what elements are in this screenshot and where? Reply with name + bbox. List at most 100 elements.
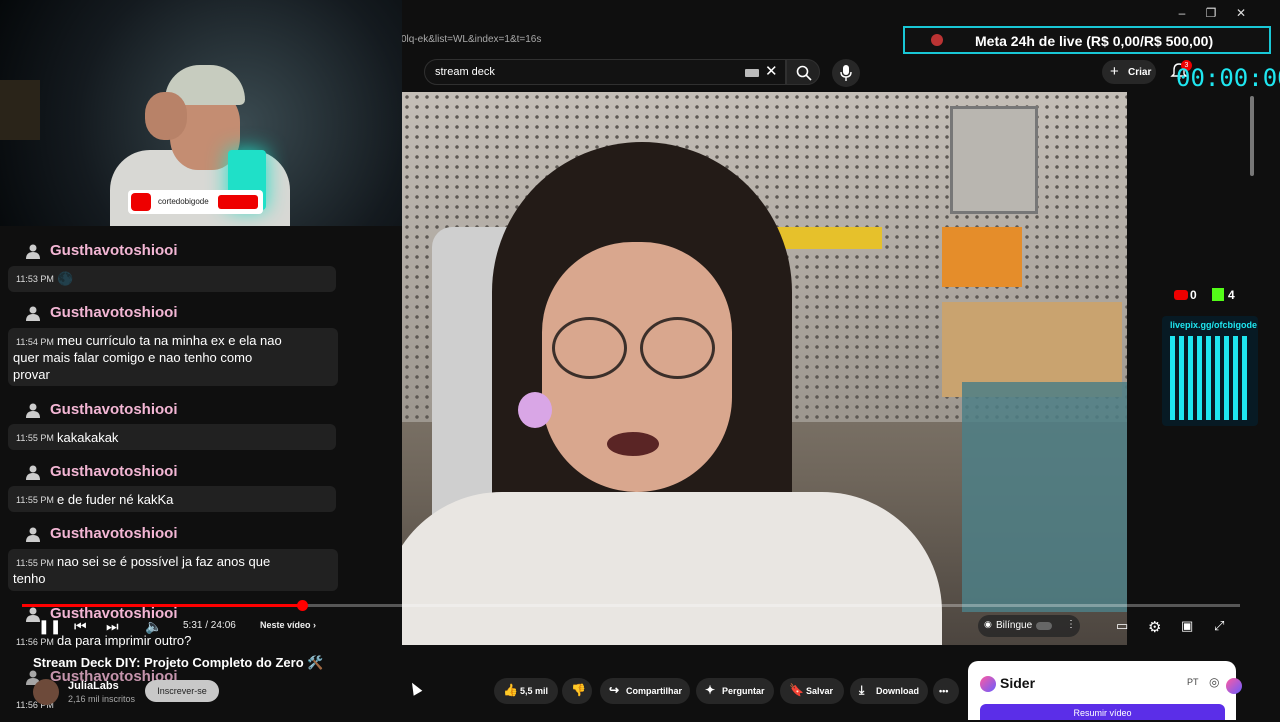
- bilingual-toggle[interactable]: ◉ Bilíngue ⋮: [978, 615, 1080, 637]
- chat-message: 11:55 PM nao sei se é possível ja faz ano…: [8, 549, 338, 591]
- search-icon: [796, 65, 812, 81]
- live-timer: 00:00:00: [1176, 64, 1280, 92]
- glasses-right: [640, 317, 715, 379]
- dislike-button[interactable]: 👎: [562, 678, 592, 704]
- youtube-logo-icon: [131, 193, 151, 211]
- presenter-mouth: [607, 432, 659, 456]
- silver-play-button-frame: [950, 106, 1038, 214]
- kick-viewer-count: 4: [1228, 288, 1235, 302]
- progress-scrubber[interactable]: [297, 600, 309, 611]
- user-icon: [26, 527, 40, 542]
- video-player[interactable]: [402, 92, 1127, 645]
- sider-name: Sider: [1000, 675, 1036, 691]
- goal-text: Meta 24h de live (R$ 0,00/R$ 500,00): [975, 33, 1214, 49]
- like-button[interactable]: 👍 5,5 mil: [494, 678, 558, 704]
- video-title: Stream Deck DIY: Projeto Completo do Zer…: [33, 655, 324, 670]
- sider-float-icon[interactable]: [1226, 678, 1242, 694]
- download-icon: ⤓: [859, 683, 865, 697]
- red-banner: [218, 195, 258, 209]
- sider-logo-icon: [980, 676, 996, 692]
- subscriber-count: 2,16 mil inscritos: [68, 694, 136, 704]
- globe-icon: ◉: [984, 619, 992, 629]
- like-count: 5,5 mil: [520, 686, 549, 696]
- share-icon: ↪: [609, 683, 620, 697]
- create-button[interactable]: + Criar: [1102, 60, 1156, 84]
- url-text: 0lq-ek&list=WL&index=1&t=16s: [401, 34, 542, 45]
- save-button[interactable]: 🔖 Salvar: [780, 678, 844, 704]
- clear-search-icon[interactable]: ✕: [765, 62, 778, 80]
- minimize-button[interactable]: –: [1172, 6, 1192, 20]
- subtitles-icon[interactable]: ▭: [1116, 618, 1128, 634]
- user-icon: [26, 306, 40, 321]
- create-label: Criar: [1128, 67, 1152, 78]
- previous-icon[interactable]: ⏮: [74, 618, 87, 635]
- sider-language[interactable]: PT: [1187, 677, 1199, 687]
- chat-message: 11:54 PM meu currículo ta na minha ex e e…: [8, 328, 338, 386]
- save-label: Salvar: [806, 686, 834, 696]
- fullscreen-icon[interactable]: ⤢: [1214, 618, 1224, 634]
- close-window-button[interactable]: ✕: [1231, 6, 1251, 20]
- thumbs-down-icon: 👎: [571, 683, 586, 697]
- thumbs-up-icon: 👍: [503, 683, 518, 697]
- volume-icon[interactable]: 🔈: [145, 618, 162, 635]
- webcam-shelf: [0, 80, 40, 140]
- time-display: 5:31 / 24:06: [183, 620, 236, 631]
- channel-name[interactable]: JuliaLabs: [68, 680, 119, 692]
- user-icon: [26, 244, 40, 259]
- goal-icon: [931, 34, 943, 46]
- subscribe-button[interactable]: Inscrever-se: [145, 680, 219, 702]
- microphone-icon: [840, 65, 852, 81]
- flower-earring: [518, 392, 552, 428]
- pix-qr-panel: livepix.gg/ofcbigode: [1162, 316, 1258, 426]
- ask-button[interactable]: ✦ Perguntar: [696, 678, 774, 704]
- address-bar[interactable]: 0lq-ek&list=WL&index=1&t=16s: [395, 30, 905, 50]
- search-query: stream deck: [435, 66, 495, 78]
- youtube-viewer-count: 0: [1190, 288, 1197, 302]
- more-actions-button[interactable]: •••: [933, 678, 959, 704]
- kick-icon: [1212, 288, 1224, 301]
- bookmark-icon: 🔖: [789, 683, 804, 697]
- more-icon: •••: [939, 686, 949, 696]
- keyboard-icon[interactable]: [745, 69, 759, 77]
- progress-fill: [22, 604, 303, 607]
- chat-message: 11:53 PM 🌑: [8, 266, 336, 292]
- more-vert-icon[interactable]: ⋮: [1066, 619, 1076, 630]
- webcam-name-tag: cortedobigode: [128, 190, 263, 214]
- next-icon[interactable]: ⏭: [106, 618, 119, 635]
- miniplayer-icon[interactable]: ▣: [1181, 618, 1193, 634]
- search-button[interactable]: [786, 59, 820, 85]
- chat-message: 11:55 PM e de fuder né kakKa: [8, 486, 336, 512]
- presenter-shirt: [402, 492, 942, 645]
- youtube-icon: [1174, 290, 1188, 300]
- pcb-poster: [942, 227, 1022, 287]
- page-scrollbar[interactable]: [1250, 96, 1254, 176]
- streamer-hand: [145, 92, 187, 140]
- plus-icon: +: [1110, 63, 1119, 80]
- channel-avatar[interactable]: [33, 679, 59, 705]
- share-button[interactable]: ↪ Compartilhar: [600, 678, 690, 704]
- pause-icon[interactable]: ❚❚: [38, 618, 61, 635]
- search-input[interactable]: stream deck ✕: [424, 59, 786, 85]
- settings-gear-icon[interactable]: ⚙: [1148, 618, 1161, 636]
- download-button[interactable]: ⤓ Download: [850, 678, 928, 704]
- voice-search-button[interactable]: [832, 59, 860, 87]
- toggle-switch[interactable]: [1036, 622, 1052, 630]
- bilingual-label: Bilíngue: [996, 620, 1033, 631]
- pix-label: livepix.gg/ofcbigode: [1170, 320, 1258, 330]
- mouse-cursor: [407, 680, 423, 696]
- teal-cart: [962, 382, 1127, 612]
- ask-label: Perguntar: [722, 686, 765, 696]
- sider-settings-icon[interactable]: ◎: [1209, 675, 1219, 689]
- user-icon: [26, 465, 40, 480]
- user-icon: [26, 403, 40, 418]
- cam-tag-text: cortedobigode: [158, 197, 209, 206]
- maximize-button[interactable]: ❐: [1201, 6, 1221, 20]
- sparkle-icon: ✦: [705, 683, 716, 697]
- download-label: Download: [876, 686, 919, 696]
- summarize-video-button[interactable]: Resumir vídeo: [980, 704, 1225, 720]
- progress-bar[interactable]: [22, 600, 1240, 611]
- glasses-left: [552, 317, 627, 379]
- chapters-button[interactable]: Neste vídeo ›: [260, 620, 316, 630]
- sider-panel: Sider PT ◎ Resumir vídeo: [968, 661, 1236, 720]
- chat-message: 11:55 PM kakakakak: [8, 424, 336, 450]
